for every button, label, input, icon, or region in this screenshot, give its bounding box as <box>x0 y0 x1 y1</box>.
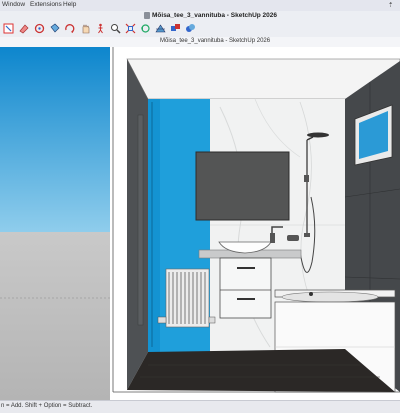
document-icon <box>144 12 150 19</box>
extension-warehouse-icon[interactable] <box>170 23 181 34</box>
pan-icon[interactable] <box>80 23 91 34</box>
layout-icon[interactable] <box>185 23 196 34</box>
menu-help[interactable]: Help <box>63 1 76 8</box>
status-hint: n = Add. Shift + Option = Subtract. <box>1 403 93 409</box>
zoom-extents-icon[interactable] <box>125 23 136 34</box>
glass-partition <box>148 99 160 352</box>
status-bar: n = Add. Shift + Option = Subtract. <box>0 400 400 413</box>
menu-extensions[interactable]: Extensions <box>30 1 62 8</box>
bathroom-model <box>0 47 400 400</box>
title-bar: Mõisa_tee_3_vannituba - SketchUp 2026 <box>0 11 400 21</box>
select-icon[interactable] <box>3 23 14 34</box>
previous-view-icon[interactable] <box>140 23 151 34</box>
walk-icon[interactable] <box>95 23 106 34</box>
model-viewport[interactable] <box>0 47 400 400</box>
paint-bucket-icon[interactable] <box>49 23 60 34</box>
toolbar <box>0 21 400 38</box>
zoom-icon[interactable] <box>110 23 121 34</box>
menu-window[interactable]: Window <box>2 1 25 8</box>
tape-measure-icon[interactable] <box>34 23 45 34</box>
orbit-icon[interactable] <box>64 23 75 34</box>
eraser-icon[interactable] <box>18 23 29 34</box>
warehouse-icon[interactable] <box>155 23 166 34</box>
menu-right-icon[interactable]: ⇡ <box>388 1 393 9</box>
mirror <box>195 151 290 221</box>
mixer <box>287 235 299 241</box>
left-wall <box>127 59 148 390</box>
document-tab-title: Mõisa_tee_3_vannituba - SketchUp 2026 <box>160 38 271 44</box>
window-title: Mõisa_tee_3_vannituba - SketchUp 2026 <box>152 12 277 19</box>
radiator <box>157 268 216 328</box>
shower-head <box>307 132 329 138</box>
